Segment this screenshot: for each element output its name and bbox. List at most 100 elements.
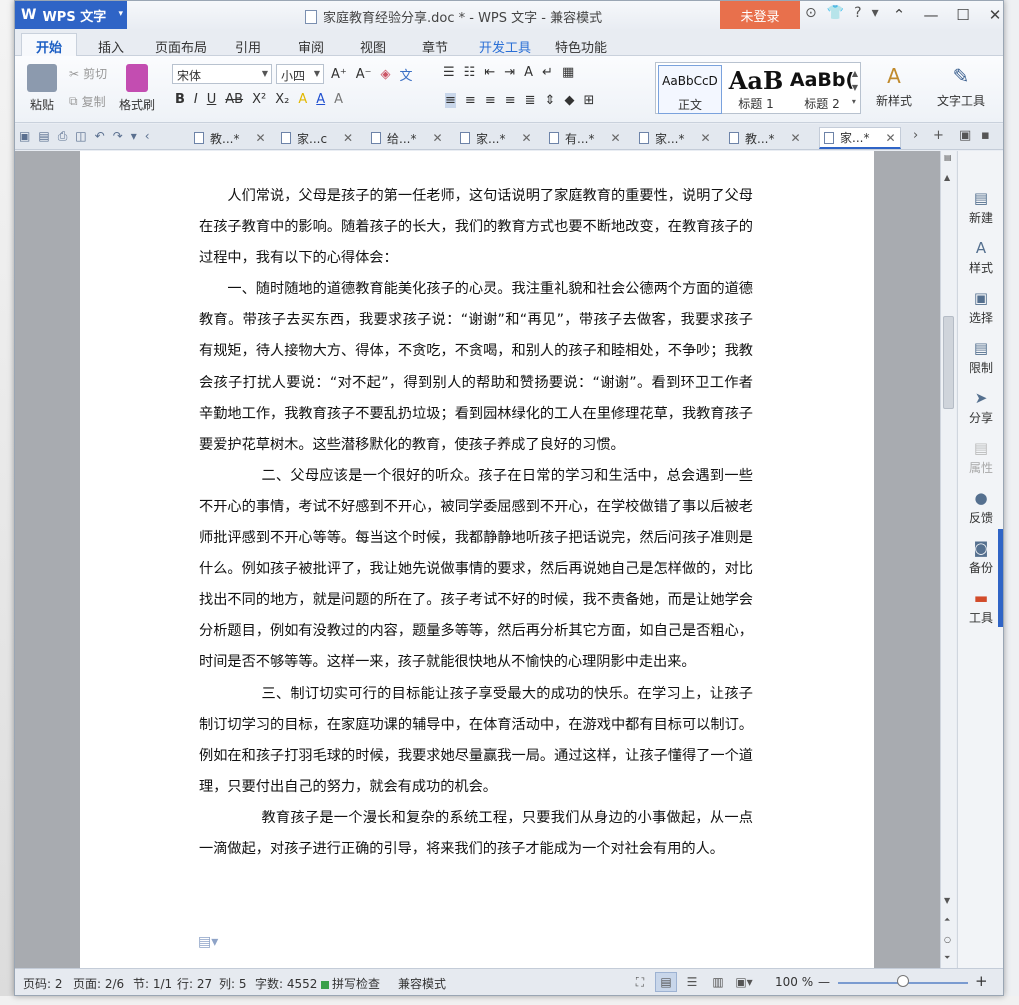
scroll-up-icon[interactable]: ▲ bbox=[944, 173, 950, 182]
increase-indent-icon[interactable]: ⇥ bbox=[504, 65, 515, 80]
new-tab-icon[interactable]: + bbox=[933, 128, 944, 143]
char-shading-icon[interactable]: A bbox=[334, 92, 343, 107]
close-icon[interactable]: ✕ bbox=[610, 131, 620, 145]
char-case-icon[interactable]: A bbox=[524, 65, 533, 80]
bold-button[interactable]: B bbox=[175, 92, 185, 107]
doc-tab[interactable]: 家...c ✕ bbox=[277, 127, 357, 149]
more-icon[interactable]: ▾ bbox=[131, 129, 137, 144]
font-size-select[interactable]: 小四 ▼ bbox=[276, 64, 324, 84]
format-painter-button[interactable]: 格式刷 bbox=[117, 64, 157, 113]
text-tools-button[interactable]: ✎ 文字工具 bbox=[933, 64, 989, 109]
doc-tab[interactable]: 家...* ✕ bbox=[635, 127, 715, 149]
tab-features[interactable]: 特色功能 bbox=[555, 37, 607, 56]
app-menu-button[interactable]: W WPS 文字 ▾ bbox=[15, 1, 127, 29]
tab-insert[interactable]: 插入 bbox=[98, 37, 124, 56]
close-icon[interactable]: ✕ bbox=[790, 131, 800, 145]
scroll-down-icon[interactable]: ▼ bbox=[944, 896, 950, 905]
shirt-icon[interactable]: 👕 bbox=[827, 5, 844, 21]
distribute-icon[interactable]: ≣ bbox=[525, 93, 536, 108]
tab-list-icon[interactable]: ▣ bbox=[959, 128, 971, 143]
font-name-select[interactable]: 宋体 ▼ bbox=[172, 64, 272, 84]
align-right-icon[interactable]: ≡ bbox=[485, 93, 496, 108]
phonetic-icon[interactable]: 文 bbox=[400, 65, 413, 84]
prev-page-icon[interactable]: ⏶ bbox=[944, 915, 950, 925]
task-restrict[interactable]: ▤ 限制 bbox=[958, 339, 1003, 376]
close-icon[interactable]: ✕ bbox=[885, 131, 895, 145]
outline-view-icon[interactable]: ☰ bbox=[681, 972, 703, 992]
task-style[interactable]: A 样式 bbox=[958, 239, 1003, 276]
copy-button[interactable]: ⧉ 复制 bbox=[69, 93, 106, 110]
close-icon[interactable]: ✕ bbox=[700, 131, 710, 145]
help-dropdown-icon[interactable]: ▾ bbox=[872, 5, 879, 21]
grow-font-button[interactable]: A⁺ bbox=[331, 67, 347, 82]
zoom-out-button[interactable]: — bbox=[818, 975, 830, 989]
status-column[interactable]: 列: 5 bbox=[219, 975, 247, 992]
minimize-button[interactable]: — bbox=[915, 3, 947, 27]
style-heading-1[interactable]: AaB 标题 1 bbox=[724, 65, 788, 112]
decrease-indent-icon[interactable]: ⇤ bbox=[484, 65, 495, 80]
print-icon[interactable]: ⎙ bbox=[58, 129, 68, 144]
line-break-icon[interactable]: ↵ bbox=[542, 65, 553, 80]
status-section[interactable]: 节: 1/1 bbox=[133, 975, 172, 992]
font-color-icon[interactable]: A bbox=[316, 92, 325, 107]
next-page-icon[interactable]: ⏷ bbox=[944, 953, 950, 963]
document-body[interactable]: 人们常说，父母是孩子的第一任老师，这句话说明了家庭教育的重要性，说明了父母在孩子… bbox=[199, 181, 753, 865]
save-icon[interactable]: ▤ bbox=[38, 129, 49, 144]
fullscreen-view-icon[interactable]: ⛶ bbox=[629, 972, 651, 992]
paste-button[interactable]: 粘贴 bbox=[23, 64, 61, 113]
align-center-icon[interactable]: ≡ bbox=[465, 93, 476, 108]
tab-page-layout[interactable]: 页面布局 bbox=[155, 37, 207, 56]
paragraph-marker-icon[interactable]: ▤▾ bbox=[198, 934, 218, 950]
tab-scroll-right-icon[interactable]: › bbox=[913, 128, 918, 143]
table-icon[interactable]: ▦ bbox=[562, 65, 574, 80]
vertical-scrollbar[interactable]: ▤ ▲ ▼ ⏶ ○ ⏷ bbox=[940, 151, 956, 968]
underline-button[interactable]: U bbox=[207, 92, 217, 107]
doc-tab[interactable]: 家...* ✕ bbox=[456, 127, 536, 149]
reading-view-icon[interactable]: ▣▾ bbox=[733, 972, 755, 992]
task-feedback[interactable]: ● 反馈 bbox=[958, 489, 1003, 526]
subscript-button[interactable]: X₂ bbox=[275, 92, 289, 107]
task-share[interactable]: ➤ 分享 bbox=[958, 389, 1003, 426]
zoom-level[interactable]: 100 % bbox=[775, 975, 813, 989]
collapse-ribbon-button[interactable]: ⌃ bbox=[883, 3, 915, 27]
number-list-icon[interactable]: ☷ bbox=[464, 65, 476, 80]
doc-tab[interactable]: 教...* ✕ bbox=[725, 127, 805, 149]
close-icon[interactable]: ✕ bbox=[255, 131, 265, 145]
doc-tab[interactable]: 有...* ✕ bbox=[545, 127, 625, 149]
task-new[interactable]: ▤ 新建 bbox=[958, 189, 1003, 226]
login-button[interactable]: 未登录 bbox=[720, 1, 800, 29]
web-view-icon[interactable]: ▥ bbox=[707, 972, 729, 992]
strikethrough-button[interactable]: AB bbox=[225, 92, 243, 107]
style-normal[interactable]: AaBbCcD 正文 bbox=[658, 65, 722, 114]
align-left-icon[interactable]: ≡ bbox=[445, 93, 456, 108]
task-properties[interactable]: ▤ 属性 bbox=[958, 439, 1003, 476]
undo-icon[interactable]: ↶ bbox=[95, 129, 105, 144]
maximize-button[interactable]: ☐ bbox=[947, 3, 979, 27]
spell-check-button[interactable]: 拼写检查 bbox=[321, 975, 380, 992]
tab-view[interactable]: 视图 bbox=[360, 37, 386, 56]
tab-developer[interactable]: 开发工具 bbox=[479, 37, 531, 56]
skin-icon[interactable]: ⊙ bbox=[805, 5, 817, 21]
zoom-in-button[interactable]: + bbox=[975, 972, 988, 990]
justify-icon[interactable]: ≡ bbox=[505, 93, 516, 108]
document-page[interactable]: 人们常说，父母是孩子的第一任老师，这句话说明了家庭教育的重要性，说明了父母在孩子… bbox=[80, 151, 874, 968]
new-style-button[interactable]: A 新样式 bbox=[867, 64, 921, 109]
border-icon[interactable]: ⊞ bbox=[583, 93, 594, 108]
browse-object-icon[interactable]: ○ bbox=[944, 935, 951, 944]
shrink-font-button[interactable]: A⁻ bbox=[356, 67, 372, 82]
tab-references[interactable]: 引用 bbox=[235, 37, 261, 56]
doc-tab-active[interactable]: 家...* ✕ bbox=[819, 127, 901, 149]
status-page-number[interactable]: 页码: 2 bbox=[23, 975, 63, 992]
close-icon[interactable]: ✕ bbox=[432, 131, 442, 145]
close-icon[interactable]: ✕ bbox=[343, 131, 353, 145]
page-view-icon[interactable]: ▤ bbox=[655, 972, 677, 992]
cut-button[interactable]: ✂ 剪切 bbox=[69, 65, 107, 82]
tab-scroll-left-icon[interactable]: ‹ bbox=[145, 129, 150, 144]
doc-tab[interactable]: 教...* ✕ bbox=[190, 127, 270, 149]
tab-chapter[interactable]: 章节 bbox=[422, 37, 448, 56]
scrollbar-thumb[interactable] bbox=[943, 316, 954, 409]
zoom-slider-knob[interactable] bbox=[897, 975, 909, 987]
shading-icon[interactable]: ◆ bbox=[564, 93, 574, 108]
status-row[interactable]: 行: 27 bbox=[177, 975, 212, 992]
close-button[interactable]: ✕ bbox=[979, 3, 1003, 27]
